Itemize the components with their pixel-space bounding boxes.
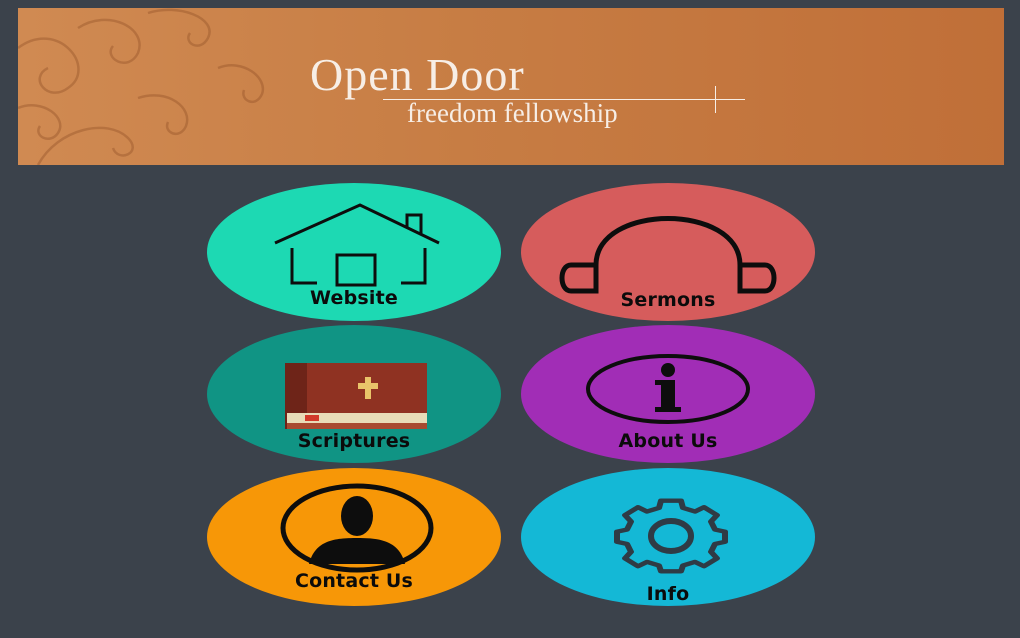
- sermons-button[interactable]: Sermons: [521, 183, 815, 321]
- website-label: Website: [310, 287, 398, 309]
- header-banner: Open Door freedom fellowship: [18, 8, 1004, 165]
- info-label: Info: [646, 583, 690, 605]
- contact-us-button[interactable]: Contact Us: [207, 468, 501, 606]
- about-us-label: About Us: [618, 430, 718, 452]
- cross-mark: [715, 86, 716, 113]
- app-subtitle: freedom fellowship: [407, 98, 618, 128]
- sermons-label: Sermons: [620, 289, 716, 311]
- website-button[interactable]: Website: [207, 183, 501, 321]
- app-screen: Open Door freedom fellowship Website Ser…: [0, 0, 1020, 638]
- about-us-button[interactable]: About Us: [521, 325, 815, 463]
- scriptures-button[interactable]: Scriptures: [207, 325, 501, 463]
- app-title: Open Door: [310, 49, 525, 100]
- swirl-ornament: [18, 8, 265, 165]
- scriptures-label: Scriptures: [297, 430, 411, 452]
- info-button[interactable]: Info: [521, 468, 815, 606]
- contact-us-label: Contact Us: [294, 570, 414, 592]
